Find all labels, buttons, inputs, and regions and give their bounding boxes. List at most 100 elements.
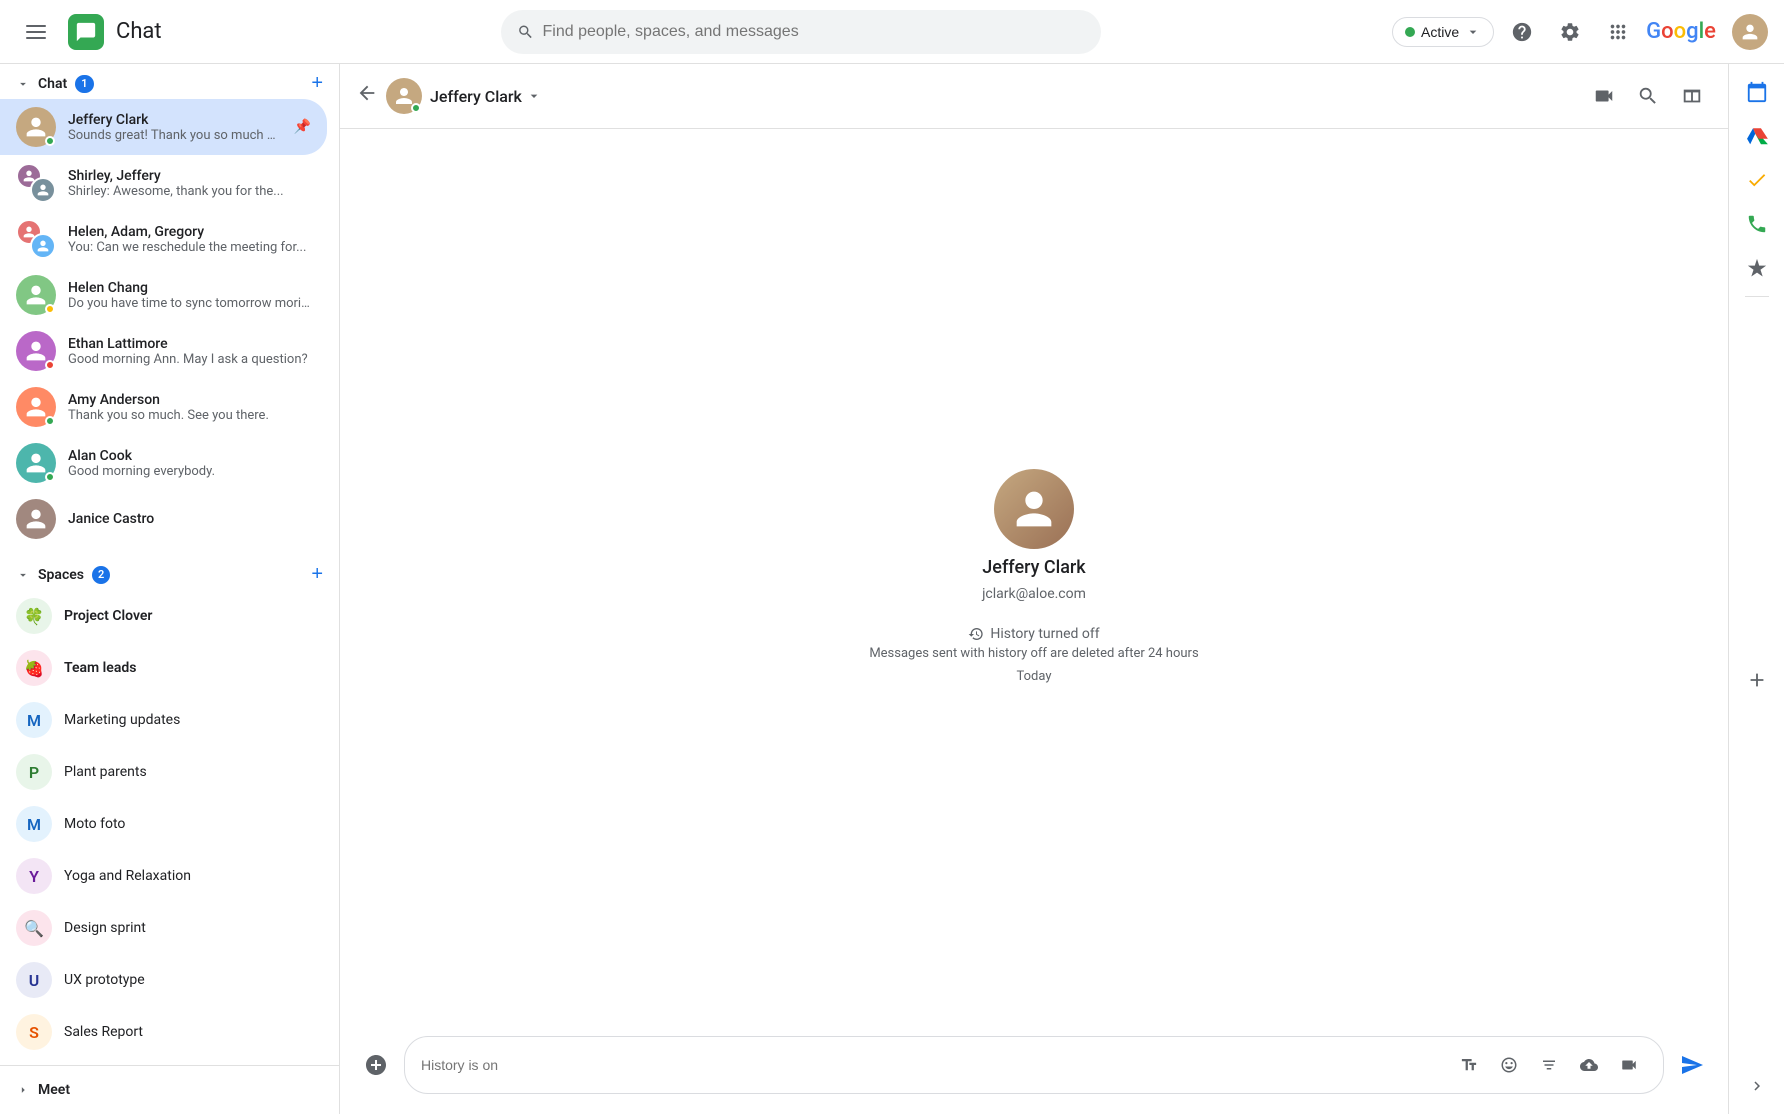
space-item-yoga-relaxation[interactable]: Y Yoga and Relaxation xyxy=(0,850,327,902)
chevron-right-icon xyxy=(16,1083,30,1097)
chat-item-alan-cook[interactable]: Alan Cook Good morning everybody. xyxy=(0,435,327,491)
space-item-plant-parents[interactable]: P Plant parents xyxy=(0,746,327,798)
history-row: History turned off xyxy=(968,626,1099,642)
attachment-button[interactable] xyxy=(1531,1047,1567,1083)
message-input[interactable] xyxy=(421,1057,1443,1073)
upload-button[interactable] xyxy=(1571,1047,1607,1083)
space-icon: 🍓 xyxy=(16,650,52,686)
topbar-left: Chat xyxy=(16,12,356,52)
chat-item-helen-adam-gregory[interactable]: Helen, Adam, Gregory You: Can we resched… xyxy=(0,211,327,267)
chat-header-name[interactable]: Jeffery Clark xyxy=(430,87,522,106)
space-item-team-leads[interactable]: 🍓 Team leads xyxy=(0,642,327,694)
video-input-button[interactable] xyxy=(1611,1047,1647,1083)
space-name: Design sprint xyxy=(64,920,146,936)
right-sidebar xyxy=(1728,64,1784,1114)
send-button[interactable] xyxy=(1672,1045,1712,1085)
history-info: History turned off Messages sent with hi… xyxy=(869,626,1198,684)
space-item-ux-prototype[interactable]: U UX prototype xyxy=(0,954,327,1006)
google-logo: Google xyxy=(1646,19,1716,44)
drive-app-button[interactable] xyxy=(1737,116,1777,156)
message-input-box[interactable] xyxy=(404,1036,1664,1094)
space-icon: U xyxy=(16,962,52,998)
add-space-button[interactable]: + xyxy=(311,563,323,586)
chat-info: Jeffery Clark Sounds great! Thank you so… xyxy=(68,112,282,143)
status-online xyxy=(45,416,55,426)
app-title: Chat xyxy=(116,19,162,44)
spaces-section-header[interactable]: Spaces 2 + xyxy=(0,555,339,590)
chat-item-jeffery-clark[interactable]: Jeffery Clark Sounds great! Thank you so… xyxy=(0,99,327,155)
space-icon: M xyxy=(16,702,52,738)
chat-info: Ethan Lattimore Good morning Ann. May I … xyxy=(68,336,311,367)
chat-info: Shirley, Jeffery Shirley: Awesome, thank… xyxy=(68,168,311,199)
settings-button[interactable] xyxy=(1550,12,1590,52)
user-avatar[interactable] xyxy=(1732,14,1768,50)
chat-item-helen-chang[interactable]: Helen Chang Do you have time to sync tom… xyxy=(0,267,327,323)
space-item-moto-foto[interactable]: M Moto foto xyxy=(0,798,327,850)
chat-item-ethan-lattimore[interactable]: Ethan Lattimore Good morning Ann. May I … xyxy=(0,323,327,379)
chat-name: Helen, Adam, Gregory xyxy=(68,224,311,240)
chat-section-header[interactable]: Chat 1 + xyxy=(0,64,339,99)
status-dnd xyxy=(45,360,55,370)
chat-header-actions xyxy=(1584,76,1712,116)
chat-preview: Good morning Ann. May I ask a question? xyxy=(68,352,311,367)
contact-card: Jeffery Clark jclark@aloe.com xyxy=(982,469,1086,602)
search-in-chat-button[interactable] xyxy=(1628,76,1668,116)
chat-input-area xyxy=(340,1024,1728,1114)
chat-preview: Thank you so much. See you there. xyxy=(68,408,311,423)
meet-section-header[interactable]: Meet xyxy=(16,1078,323,1102)
chat-info: Janice Castro xyxy=(68,511,311,527)
status-dot xyxy=(1405,27,1415,37)
search-bar[interactable] xyxy=(501,10,1101,54)
space-name: UX prototype xyxy=(64,972,145,988)
space-item-sales-report[interactable]: S Sales Report xyxy=(0,1006,327,1058)
contact-name: Jeffery Clark xyxy=(982,557,1085,578)
emoji-button[interactable] xyxy=(1491,1047,1527,1083)
back-button[interactable] xyxy=(356,82,378,110)
space-icon: M xyxy=(16,806,52,842)
help-button[interactable] xyxy=(1502,12,1542,52)
chat-name: Shirley, Jeffery xyxy=(68,168,311,184)
chat-preview: You: Can we reschedule the meeting for..… xyxy=(68,240,311,255)
chat-name: Janice Castro xyxy=(68,511,311,527)
space-item-project-clover[interactable]: 🍀 Project Clover xyxy=(0,590,327,642)
history-icon xyxy=(968,626,984,642)
add-chat-button[interactable]: + xyxy=(311,72,323,95)
split-view-button[interactable] xyxy=(1672,76,1712,116)
space-item-design-sprint[interactable]: 🔍 Design sprint xyxy=(0,902,327,954)
gemini-app-button[interactable] xyxy=(1737,248,1777,288)
space-name: Project Clover xyxy=(64,608,152,624)
tasks-app-button[interactable] xyxy=(1737,160,1777,200)
space-icon: S xyxy=(16,1014,52,1050)
chat-item-janice-castro[interactable]: Janice Castro xyxy=(0,491,327,547)
video-call-button[interactable] xyxy=(1584,76,1624,116)
chat-info: Helen, Adam, Gregory You: Can we resched… xyxy=(68,224,311,255)
calendar-app-button[interactable] xyxy=(1737,72,1777,112)
sidebar: Chat 1 + Jeffery Clark Sound xyxy=(0,64,340,1114)
app-logo xyxy=(68,14,104,50)
contact-avatar xyxy=(994,469,1074,549)
space-name: Marketing updates xyxy=(64,712,180,728)
space-name: Moto foto xyxy=(64,816,125,832)
call-app-button[interactable] xyxy=(1737,204,1777,244)
history-message: Messages sent with history off are delet… xyxy=(869,646,1198,661)
input-actions xyxy=(1451,1047,1647,1083)
chat-preview: Good morning everybody. xyxy=(68,464,311,479)
apps-button[interactable] xyxy=(1598,12,1638,52)
chat-preview: Do you have time to sync tomorrow mori..… xyxy=(68,296,311,311)
hamburger-menu[interactable] xyxy=(16,12,56,52)
add-app-button[interactable] xyxy=(1737,660,1777,700)
text-format-button[interactable] xyxy=(1451,1047,1487,1083)
right-sidebar-divider xyxy=(1745,296,1769,297)
contact-email: jclark@aloe.com xyxy=(982,586,1086,602)
chat-name: Jeffery Clark xyxy=(68,112,282,128)
search-input[interactable] xyxy=(543,23,1086,41)
avatar xyxy=(16,499,56,539)
add-content-button[interactable] xyxy=(356,1045,396,1085)
expand-button[interactable] xyxy=(1737,1066,1777,1106)
avatar-wrap xyxy=(16,499,56,539)
chat-item-amy-anderson[interactable]: Amy Anderson Thank you so much. See you … xyxy=(0,379,327,435)
status-button[interactable]: Active xyxy=(1392,17,1494,47)
chat-list: Jeffery Clark Sounds great! Thank you so… xyxy=(0,99,339,547)
chat-item-shirley-jeffery[interactable]: Shirley, Jeffery Shirley: Awesome, thank… xyxy=(0,155,327,211)
space-item-marketing-updates[interactable]: M Marketing updates xyxy=(0,694,327,746)
